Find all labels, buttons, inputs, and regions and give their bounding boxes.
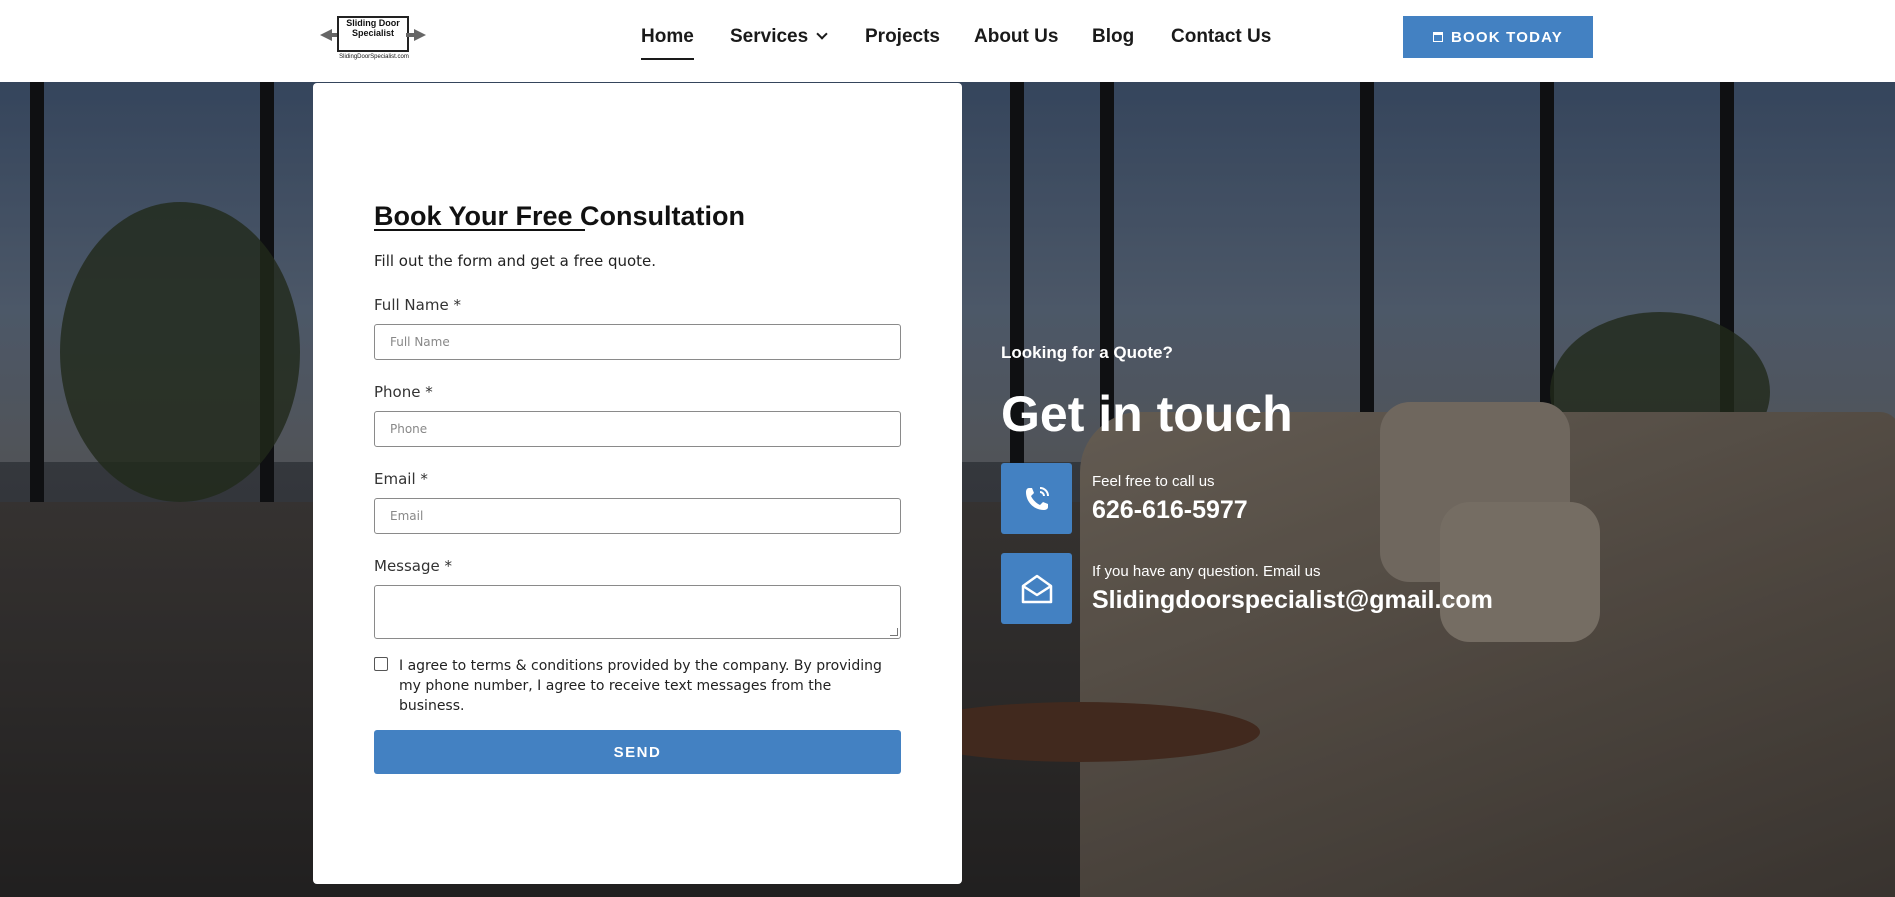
phone-label: Phone *	[374, 383, 433, 401]
phone-number[interactable]: 626-616-5977	[1092, 496, 1248, 525]
phone-input[interactable]: Phone	[374, 411, 901, 447]
resize-handle-icon[interactable]	[890, 628, 898, 636]
email-input[interactable]: Email	[374, 498, 901, 534]
nav-item-projects[interactable]: Projects	[865, 26, 940, 48]
phone-icon	[1025, 486, 1049, 510]
nav-item-contact-us[interactable]: Contact Us	[1171, 26, 1271, 48]
terms-checkbox[interactable]	[374, 657, 388, 671]
chevron-down-icon	[816, 28, 828, 40]
form-subtitle: Fill out the form and get a free quote.	[374, 252, 657, 270]
nav-item-services[interactable]: Services	[730, 26, 828, 48]
contact-kicker: Looking for a Quote?	[1001, 343, 1173, 362]
main-nav: Home Services Projects About Us Blog Con…	[0, 0, 1895, 82]
email-address[interactable]: Slidingdoorspecialist@gmail.com	[1092, 586, 1493, 615]
email-icon-box	[1001, 553, 1072, 624]
terms-text: I agree to terms & conditions provided b…	[399, 658, 882, 714]
book-today-button[interactable]: BOOK TODAY	[1403, 16, 1593, 58]
nav-item-label: Services	[730, 26, 809, 47]
title-underline	[374, 229, 585, 231]
nav-item-home[interactable]: Home	[641, 26, 694, 60]
site-header: Sliding Door Specialist SlidingDoorSpeci…	[0, 0, 1895, 82]
contact-title: Get in touch	[1001, 386, 1293, 442]
nav-item-about-us[interactable]: About Us	[974, 26, 1058, 48]
send-button[interactable]: SEND	[374, 730, 901, 774]
email-label: Email *	[374, 470, 428, 488]
consultation-form-card: Book Your Free Consultation Fill out the…	[313, 83, 962, 884]
calendar-icon	[1432, 32, 1443, 42]
message-textarea[interactable]	[374, 585, 901, 639]
nav-item-blog[interactable]: Blog	[1092, 26, 1134, 48]
full-name-input[interactable]: Full Name	[374, 324, 901, 360]
call-caption: Feel free to call us	[1092, 473, 1215, 490]
envelope-open-icon	[1021, 574, 1052, 603]
message-label: Message *	[374, 557, 453, 575]
phone-icon-box	[1001, 463, 1072, 534]
form-title: Book Your Free Consultation	[374, 201, 746, 231]
book-today-label: BOOK TODAY	[1450, 28, 1564, 46]
email-caption: If you have any question. Email us	[1092, 563, 1321, 580]
full-name-label: Full Name *	[374, 296, 461, 314]
